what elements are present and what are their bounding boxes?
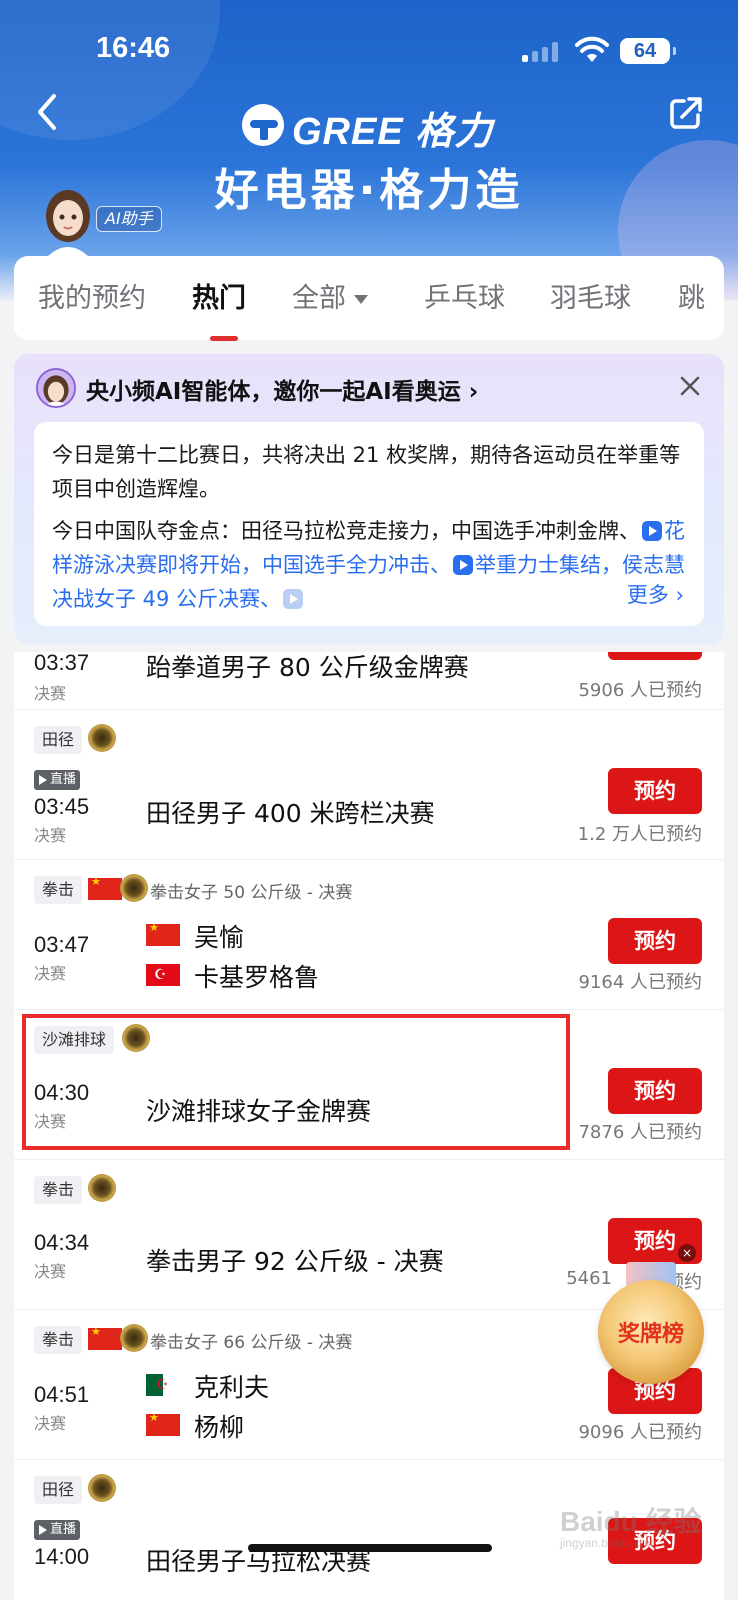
- reservation-count: 1.2 万人已预约: [577, 824, 702, 845]
- china-flag-icon: [146, 1411, 180, 1436]
- event-time: 14:00: [34, 1544, 90, 1569]
- tab-table-tennis[interactable]: 乒乓球: [424, 276, 505, 315]
- tab-my-reservations[interactable]: 我的预约: [38, 276, 146, 315]
- ai-card-paragraph: 今日是第十二比赛日，共将决出 21 枚奖牌，期待各运动员在举重等项目中创造辉煌。: [52, 443, 681, 501]
- tab-hot[interactable]: 热门: [192, 276, 246, 315]
- close-float-icon[interactable]: ×: [678, 1244, 696, 1262]
- china-flag-icon: [88, 1325, 122, 1350]
- wifi-icon: [575, 36, 609, 62]
- event-subtitle: 拳击女子 50 公斤级 - 决赛: [150, 883, 353, 903]
- gree-wordmark: GREE 格力: [292, 111, 494, 153]
- category-tabs: 我的预约 热门 全部 乒乓球 羽毛球 跳: [14, 256, 724, 341]
- event-stage: 决赛: [34, 1414, 67, 1433]
- player-name: 杨柳: [194, 1413, 245, 1442]
- event-title: 拳击男子 92 公斤级 - 决赛: [146, 1247, 444, 1276]
- medal-icon: [120, 1324, 148, 1352]
- ai-card-title[interactable]: 央小频AI智能体，邀你一起AI看奥运 ›: [86, 372, 478, 406]
- event-time: 03:45: [34, 794, 90, 819]
- reservation-count: 9164 人已预约: [578, 972, 702, 993]
- algeria-flag-icon: [146, 1374, 180, 1396]
- reserve-button[interactable]: 预约: [608, 1068, 702, 1114]
- event-stage: 决赛: [34, 1262, 67, 1281]
- gree-logo: GREE 格力: [238, 100, 498, 153]
- header-glow: [0, 0, 220, 140]
- tab-all[interactable]: 全部: [292, 276, 368, 315]
- sport-tag: 拳击: [34, 1326, 83, 1354]
- ai-card-body: 今日是第十二比赛日，共将决出 21 枚奖牌，期待各运动员在举重等项目中创造辉煌。…: [34, 422, 704, 626]
- turkey-flag-icon: [146, 964, 180, 986]
- reservation-count: 5906 人已预约: [578, 680, 702, 701]
- event-row[interactable]: 03:37 决赛 跆拳道男子 80 公斤级金牌赛 预约 5906 人已预约: [14, 652, 724, 710]
- medal-ranking-label: 奖牌榜: [617, 1322, 684, 1347]
- back-arrow-icon[interactable]: [34, 92, 64, 132]
- medal-ranking-float[interactable]: 奖牌榜: [596, 1262, 706, 1384]
- event-time: 04:34: [34, 1230, 90, 1255]
- highlight-box: [22, 1014, 570, 1150]
- chevron-down-icon: [354, 295, 368, 304]
- reservation-count: 9096 人已预约: [578, 1422, 702, 1443]
- home-indicator[interactable]: [248, 1544, 492, 1552]
- ai-agent-avatar: [36, 368, 76, 408]
- event-subtitle: 拳击女子 66 公斤级 - 决赛: [150, 1333, 353, 1353]
- sport-tag: 田径: [34, 726, 83, 754]
- status-bar: 16:46 64: [0, 30, 738, 70]
- reserve-button[interactable]: 预约: [608, 768, 702, 814]
- play-icon: [283, 589, 304, 609]
- medal-icon: [88, 724, 116, 752]
- event-time: 03:47: [34, 932, 90, 957]
- sport-tag: 拳击: [34, 1176, 83, 1204]
- reserve-button[interactable]: 预约: [608, 652, 702, 660]
- play-icon: [642, 521, 662, 541]
- medal-icon: [120, 874, 148, 902]
- event-title: 跆拳道男子 80 公斤级金牌赛: [146, 653, 469, 682]
- event-row[interactable]: 田径 直播 03:45 决赛 田径男子 400 米跨栏决赛 预约 1.2 万人已…: [14, 710, 724, 860]
- sport-tag: 拳击: [34, 876, 83, 904]
- share-icon[interactable]: [668, 95, 704, 131]
- ai-summary-card: 央小频AI智能体，邀你一起AI看奥运 › 今日是第十二比赛日，共将决出 21 枚…: [14, 354, 724, 644]
- active-tab-indicator: [210, 336, 238, 341]
- cellular-signal-icon: [522, 40, 562, 62]
- player-name: 克利夫: [194, 1373, 270, 1402]
- player-name: 吴愉: [194, 923, 245, 952]
- watermark: Baidu 经验 jingyan.baidu.com: [560, 1506, 702, 1550]
- ai-assistant-avatar[interactable]: [40, 186, 96, 256]
- tab-badminton[interactable]: 羽毛球: [550, 276, 631, 315]
- event-row[interactable]: 拳击 拳击女子 50 公斤级 - 决赛 03:47 决赛 吴愉 卡基罗格鲁 预约…: [14, 860, 724, 1010]
- event-stage: 决赛: [34, 964, 67, 983]
- battery-icon: 64: [620, 38, 676, 64]
- event-title: 田径男子 400 米跨栏决赛: [146, 799, 435, 828]
- event-time: 04:51: [34, 1382, 90, 1407]
- event-time: 03:37: [34, 652, 90, 675]
- china-flag-icon: [88, 875, 122, 900]
- live-badge: 直播: [34, 770, 80, 790]
- close-icon[interactable]: [678, 374, 702, 398]
- tab-partial[interactable]: 跳: [678, 276, 708, 315]
- medal-icon: [88, 1474, 116, 1502]
- player-name: 卡基罗格鲁: [194, 963, 320, 992]
- reserve-button[interactable]: 预约: [608, 918, 702, 964]
- china-flag-icon: [146, 921, 180, 946]
- gree-mark-icon: [242, 104, 284, 146]
- more-link[interactable]: 更多 ›: [586, 578, 684, 612]
- status-time: 16:46: [96, 32, 171, 64]
- ai-assistant-badge[interactable]: AI助手: [96, 206, 162, 232]
- medal-icon: [88, 1174, 116, 1202]
- sport-tag: 田径: [34, 1476, 83, 1504]
- reservation-count: 7876 人已预约: [578, 1122, 702, 1143]
- event-stage: 决赛: [34, 684, 67, 703]
- header-banner: 16:46 64 GREE 格力 好电器·格力造 AI助手: [0, 0, 738, 300]
- play-icon: [453, 555, 473, 575]
- live-badge: 直播: [34, 1520, 80, 1540]
- event-stage: 决赛: [34, 826, 67, 845]
